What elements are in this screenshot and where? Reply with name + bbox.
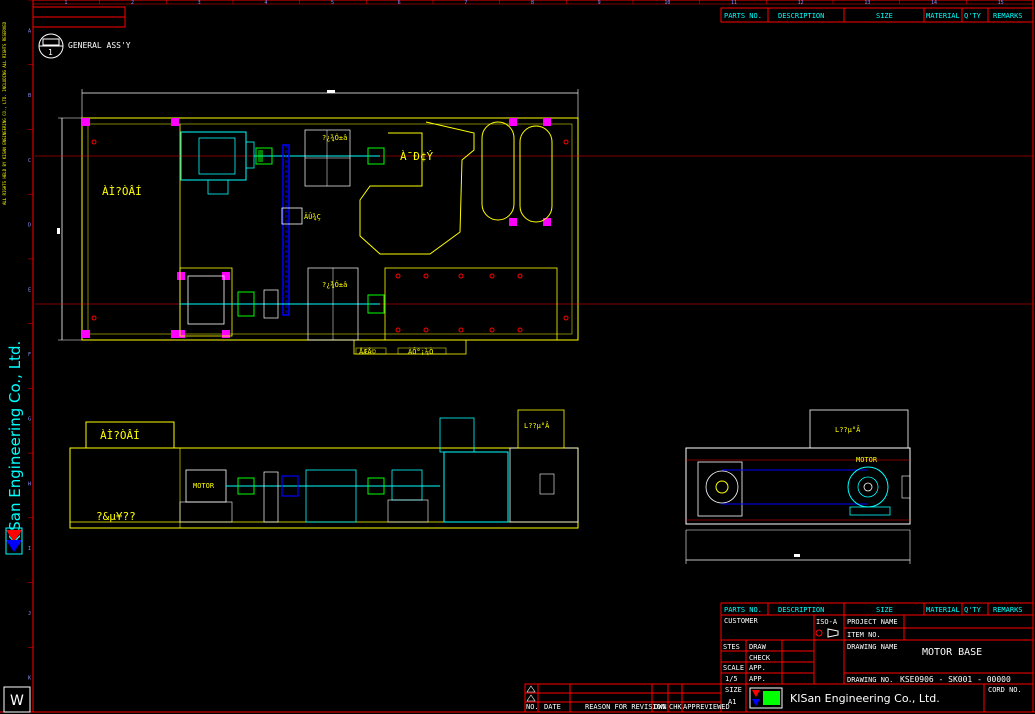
top-hdr-remarks: REMARKS <box>993 12 1023 20</box>
bolt <box>543 118 551 126</box>
rev-hdr-reviewed: REVIEWED <box>696 703 730 711</box>
ruler-number: 10 <box>664 0 670 6</box>
cad-drawing: 1 2 3 4 5 6 7 8 9 10 11 12 13 14 15 ABCDEFGHIJK 1 GENE… <box>0 0 1035 714</box>
plan-label-tank: À¯Ð¢Ý <box>400 150 433 163</box>
plan-label-coupling: ÄÛ¾Ç <box>304 212 321 221</box>
size-label: SIZE <box>725 686 742 694</box>
app2-label: APP. <box>749 675 766 683</box>
item-no-label: ITEM NO. <box>847 631 881 639</box>
ruler-number: 9 <box>598 0 601 6</box>
hdr-description: DESCRIPTION <box>778 606 824 614</box>
ruler-number: 11 <box>731 0 737 6</box>
drawing-name-value: MOTOR BASE <box>922 647 982 658</box>
bolt <box>171 118 179 126</box>
draw-label: DRAW <box>749 643 767 651</box>
bolt <box>82 330 90 338</box>
project-name-label: PROJECT NAME <box>847 618 898 626</box>
ruler-number: 13 <box>864 0 870 6</box>
ruler-letter: F <box>28 352 31 358</box>
end-label-top: L??µ°Â <box>835 425 861 434</box>
motor-label-side: MOTOR <box>193 482 215 490</box>
check-label: CHECK <box>749 654 771 662</box>
ruler-number: 15 <box>998 0 1004 6</box>
stes-label: STES <box>723 643 740 651</box>
view-symbol-number: 1 <box>48 48 53 57</box>
scale-value: 1/5 <box>725 675 738 683</box>
bolt <box>177 272 185 280</box>
ruler-letter: A <box>28 28 31 34</box>
bolt <box>222 330 230 338</box>
top-hdr-size: SIZE <box>876 12 893 20</box>
copyright-vertical-label: ALL RIGHTS HELD BY KISAN ENGINEERING CO.… <box>2 21 7 205</box>
drawing-name-label: DRAWING NAME <box>847 643 898 651</box>
hdr-remarks: REMARKS <box>993 606 1023 614</box>
top-hdr-material: MATERIAL <box>926 12 960 20</box>
ruler-number: 2 <box>131 0 134 6</box>
bolt <box>509 218 517 226</box>
company-name: KISan Engineering Co., Ltd. <box>790 692 940 705</box>
hdr-parts: PARTS NO. <box>724 606 762 614</box>
motor-label-end: MOTOR <box>856 456 878 464</box>
drawing-no-label: DRAWING NO. <box>847 676 893 684</box>
company-vertical-label: KISan Engineering Co., Ltd. <box>6 341 24 545</box>
plan-label-small-1: ?¿¾Ó±â <box>322 133 347 142</box>
company-logo <box>749 687 783 709</box>
plan-label-bottom-2: ÀÔ°¡¼Ò <box>408 347 433 356</box>
ruler-letter: H <box>28 481 31 487</box>
ruler-number: 4 <box>264 0 267 6</box>
hdr-qty: Q'TY <box>964 606 982 614</box>
ruler-number: 5 <box>331 0 334 6</box>
cord-no-label: CORD NO. <box>988 686 1022 694</box>
ruler-number: 6 <box>398 0 401 6</box>
top-hdr-parts: PARTS NO. <box>724 12 762 20</box>
ruler-number: 12 <box>798 0 804 6</box>
rev-hdr-no: NO. <box>526 703 539 711</box>
svg-text:W: W <box>10 693 24 709</box>
side-label-right: L??µ°Â <box>524 421 550 430</box>
bolt <box>509 118 517 126</box>
svg-text:ALL RIGHTS HELD BY KISAN ENGIN: ALL RIGHTS HELD BY KISAN ENGINEERING CO.… <box>2 21 7 205</box>
iso-label: ISO-A <box>816 618 838 626</box>
rev-hdr-app: APP <box>683 703 696 711</box>
ruler-letter: C <box>28 158 31 164</box>
ruler-letter: J <box>28 611 31 617</box>
plan-label-bottom-1: ÅÆÅ© <box>359 347 377 356</box>
rev-hdr-dwn: DWN <box>654 703 667 711</box>
ruler-number: 7 <box>464 0 467 6</box>
ruler-letter: D <box>28 223 31 229</box>
top-hdr-qty: Q'TY <box>964 12 982 20</box>
ruler-number: 1 <box>64 0 67 6</box>
plan-label-small-2: ?¿¾Ó±â <box>322 280 347 289</box>
drawing-no-value: KSE0906 - SK001 - 00000 <box>900 675 1011 684</box>
rev-hdr-chk: CHK <box>669 703 682 711</box>
scale-label: SCALE <box>723 664 744 672</box>
plan-label-left: ÀÌ?ÒÂÍ <box>102 185 142 198</box>
bolt <box>177 330 185 338</box>
hdr-size: SIZE <box>876 606 893 614</box>
hdr-material: MATERIAL <box>926 606 960 614</box>
side-label-bottom: ?&µ¥?? <box>96 510 136 523</box>
customer-label: CUSTOMER <box>724 617 759 625</box>
app-label: APP. <box>749 664 766 672</box>
svg-text:KISan Engineering Co., Ltd.: KISan Engineering Co., Ltd. <box>6 341 24 545</box>
top-hdr-description: DESCRIPTION <box>778 12 824 20</box>
ruler-number: 14 <box>931 0 937 6</box>
ruler-letter: I <box>28 546 31 552</box>
view-label: GENERAL ASS'Y <box>68 41 131 50</box>
bolt <box>82 118 90 126</box>
ruler-letter: G <box>28 417 31 423</box>
side-label-top: ÀÌ?ÒÂÍ <box>100 429 140 442</box>
rev-hdr-date: DATE <box>544 703 561 711</box>
ruler-letter: B <box>28 93 31 99</box>
ruler-letter: K <box>28 676 31 682</box>
ruler-number: 3 <box>198 0 201 6</box>
ruler-number: 8 <box>531 0 534 6</box>
ruler-letter: E <box>28 287 31 293</box>
